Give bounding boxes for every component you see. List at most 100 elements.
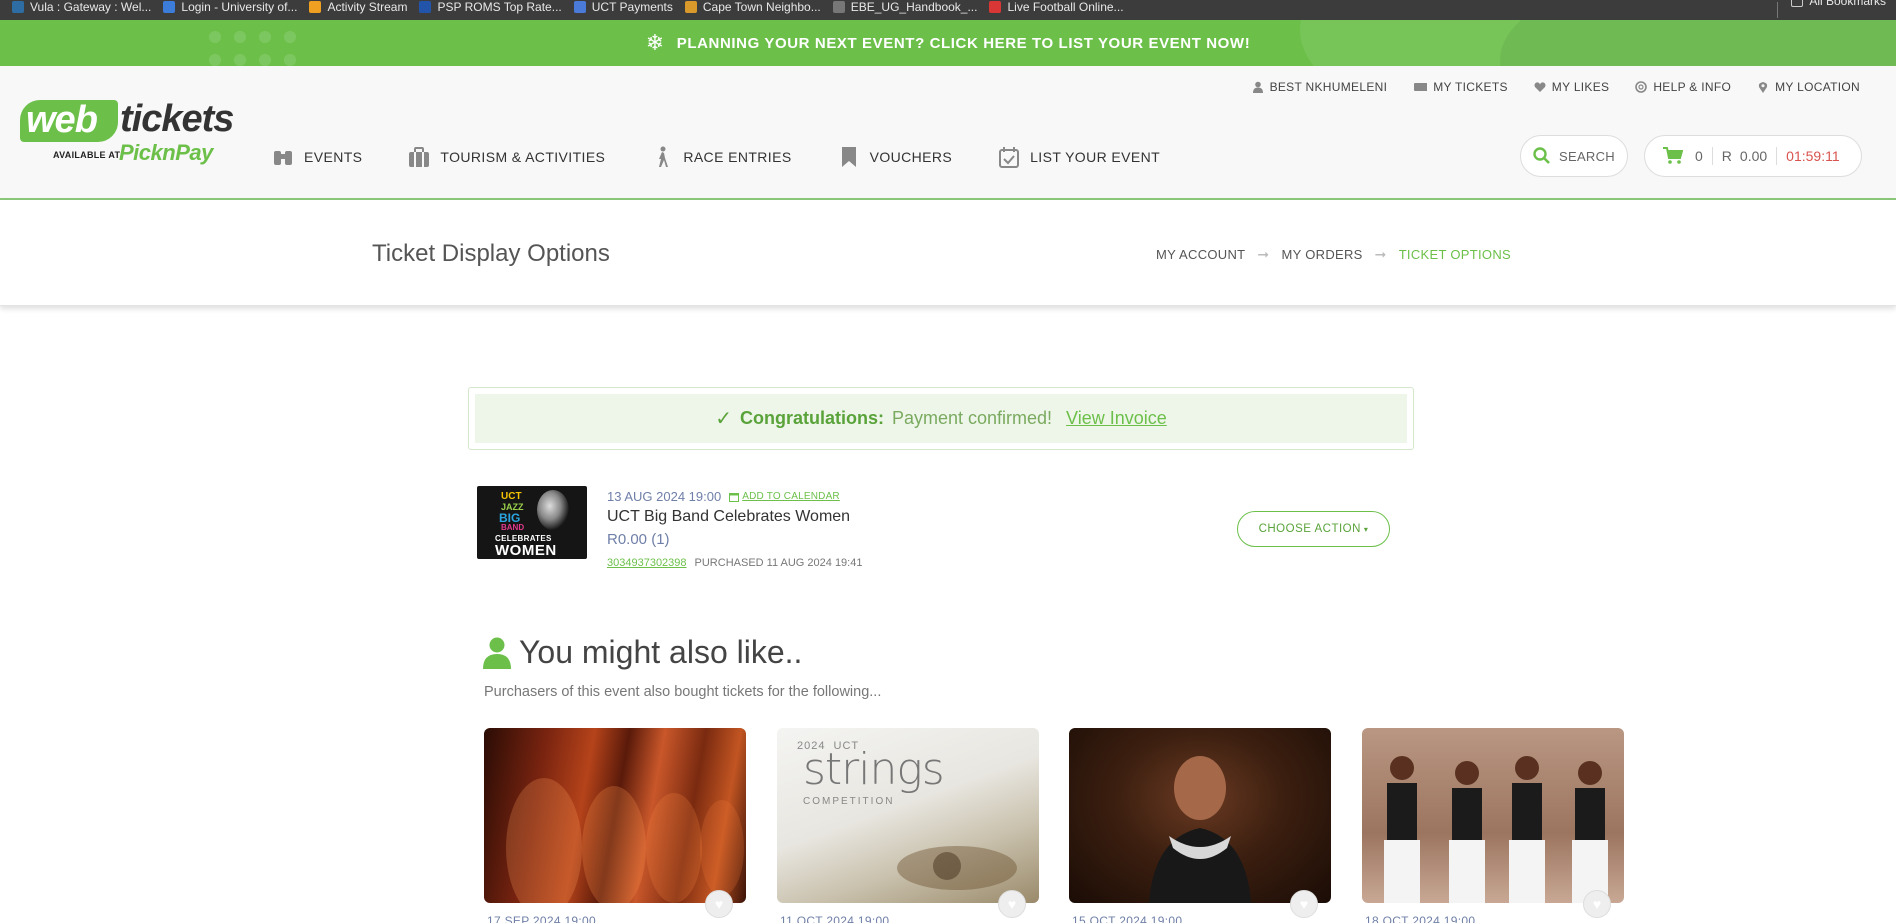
favicon-icon [419, 1, 432, 13]
nav-events[interactable]: EVENTS [272, 146, 362, 168]
cart-icon [1663, 147, 1683, 164]
payment-alert: ✓ Congratulations: Payment confirmed! Vi… [468, 387, 1414, 450]
bookmark-item[interactable]: Vula : Gateway : Wel... [12, 0, 151, 14]
favicon-icon [684, 1, 697, 13]
card-date: 17 SEP 2024 19:00 [487, 914, 596, 923]
alert-body: ✓ Congratulations: Payment confirmed! Vi… [475, 394, 1407, 443]
account-link-tickets[interactable]: MY TICKETS [1413, 80, 1508, 94]
search-icon [1533, 147, 1550, 164]
nav-vouchers[interactable]: VOUCHERS [838, 146, 953, 168]
bookmark-icon [841, 147, 856, 167]
account-link-help[interactable]: HELP & INFO [1635, 80, 1731, 94]
card-date: 18 OCT 2024 19:00 [1365, 914, 1476, 923]
bookmark-item[interactable]: Live Football Online... [989, 0, 1124, 14]
heart-icon [1534, 82, 1546, 92]
cart-currency: R [1721, 148, 1732, 164]
all-bookmarks-button[interactable]: All Bookmarks [1791, 0, 1886, 8]
bookmark-item[interactable]: EBE_UG_Handbook_... [832, 0, 977, 14]
map-pin-icon [1758, 82, 1768, 93]
cart-timer: 01:59:11 [1786, 148, 1840, 164]
arrow-right-icon: ➞ [1257, 246, 1270, 262]
event-date: 13 AUG 2024 19:00 [607, 489, 722, 504]
bookmark-item[interactable]: UCT Payments [573, 0, 673, 14]
cart-count: 0 [1695, 148, 1703, 164]
webtickets-logo[interactable]: web tickets AVAILABLE AT PicknPay [20, 98, 235, 174]
cart-summary[interactable]: 0 R 0.00 01:59:11 [1644, 135, 1862, 177]
favicon-icon [309, 1, 322, 13]
like-button[interactable]: ♥ [998, 890, 1026, 918]
bookmark-item[interactable]: Activity Stream [309, 0, 407, 14]
promo-link[interactable]: ❄ PLANNING YOUR NEXT EVENT? CLICK HERE T… [646, 32, 1251, 54]
like-button[interactable]: ♥ [1583, 890, 1611, 918]
account-link-likes[interactable]: MY LIKES [1534, 80, 1610, 94]
recommendations-subtitle: Purchasers of this event also bought tic… [484, 684, 882, 700]
user-icon [1252, 81, 1263, 93]
bookmark-item[interactable]: Login - University of... [163, 0, 297, 14]
page-title: Ticket Display Options [372, 240, 610, 267]
suitcase-icon [409, 147, 430, 167]
check-icon: ✓ [715, 408, 732, 430]
thumbnail-portrait [537, 490, 569, 530]
banner-decoration [1500, 20, 1896, 66]
thumbnail-text: UCT [501, 491, 522, 502]
singer-image [1149, 756, 1251, 903]
heart-icon: ♥ [1299, 896, 1309, 912]
breadcrumb-my-orders[interactable]: MY ORDERS [1281, 247, 1362, 262]
page-title-bar: Ticket Display Options MY ACCOUNT ➞ MY O… [0, 200, 1896, 306]
arrow-right-icon: ➞ [1374, 246, 1387, 262]
order-reference-link[interactable]: 3034937302398 [607, 557, 687, 569]
logo-tickets: tickets [120, 98, 234, 140]
main-nav: EVENTS TOURISM & ACTIVITIES RACE ENTRIES… [272, 144, 1206, 170]
site-header: web tickets AVAILABLE AT PicknPay BEST N… [0, 66, 1896, 200]
account-links: BEST NKHUMELENI MY TICKETS MY LIKES HELP… [1252, 80, 1860, 94]
cart-divider [1776, 147, 1778, 165]
like-button[interactable]: ♥ [1290, 890, 1318, 918]
breadcrumb-my-account[interactable]: MY ACCOUNT [1156, 247, 1245, 262]
cart-total: 0.00 [1739, 148, 1768, 164]
event-thumbnail[interactable]: UCT JAZZ BIG BAND CELEBRATES WOMEN [477, 486, 587, 559]
purchased-date: PURCHASED 11 AUG 2024 19:41 [694, 557, 863, 569]
snowflake-icon: ❄ [645, 30, 665, 55]
user-icon [483, 637, 511, 669]
add-to-calendar-link[interactable]: ADD TO CALENDAR [729, 491, 840, 502]
search-button[interactable]: SEARCH [1520, 135, 1628, 177]
caret-down-icon: ▾ [1363, 524, 1369, 534]
thumbnail-text: BAND [501, 523, 525, 532]
nav-tourism[interactable]: TOURISM & ACTIVITIES [408, 146, 605, 168]
lifebuoy-icon [1635, 81, 1648, 93]
recommendation-card[interactable] [1362, 728, 1624, 903]
recommendation-card[interactable] [1069, 728, 1331, 903]
heart-icon: ♥ [1592, 896, 1602, 912]
bookmark-item[interactable]: Cape Town Neighbo... [684, 0, 821, 14]
logo-web: web [20, 100, 118, 142]
favicon-icon [163, 1, 176, 13]
promo-banner[interactable]: ❄ PLANNING YOUR NEXT EVENT? CLICK HERE T… [0, 20, 1896, 66]
account-link-user[interactable]: BEST NKHUMELENI [1252, 80, 1388, 94]
calendar-icon [729, 492, 740, 502]
folder-icon [1791, 0, 1804, 7]
banner-dots [209, 31, 296, 66]
nav-race-entries[interactable]: RACE ENTRIES [651, 146, 791, 168]
choir-image [1384, 756, 1608, 903]
nav-list-event[interactable]: LIST YOUR EVENT [998, 146, 1160, 168]
heart-icon: ♥ [714, 896, 724, 912]
bookmark-item[interactable]: PSP ROMS Top Rate... [419, 0, 562, 14]
choose-action-button[interactable]: CHOOSE ACTION ▾ [1237, 511, 1390, 547]
account-link-location[interactable]: MY LOCATION [1757, 80, 1860, 94]
heart-icon: ♥ [1007, 896, 1017, 912]
favicon-icon [832, 1, 845, 13]
cart-divider [1711, 147, 1713, 165]
view-invoice-link[interactable]: View Invoice [1066, 408, 1167, 429]
order-meta: 3034937302398 PURCHASED 11 AUG 2024 19:4… [607, 557, 862, 569]
bookmarks-bar: Vula : Gateway : Wel... Login - Universi… [0, 0, 1896, 20]
favicon-icon [989, 1, 1002, 13]
favicon-icon [12, 1, 24, 13]
favicon-icon [573, 1, 586, 13]
breadcrumb-ticket-options: TICKET OPTIONS [1398, 247, 1511, 262]
recommendation-card[interactable]: 2024 UCT strings COMPETITION [777, 728, 1039, 903]
ticket-icon [1414, 83, 1428, 91]
like-button[interactable]: ♥ [705, 890, 733, 918]
event-name[interactable]: UCT Big Band Celebrates Women [607, 508, 850, 526]
recommendation-card[interactable] [484, 728, 746, 903]
order-price: R0.00 (1) [607, 531, 670, 548]
